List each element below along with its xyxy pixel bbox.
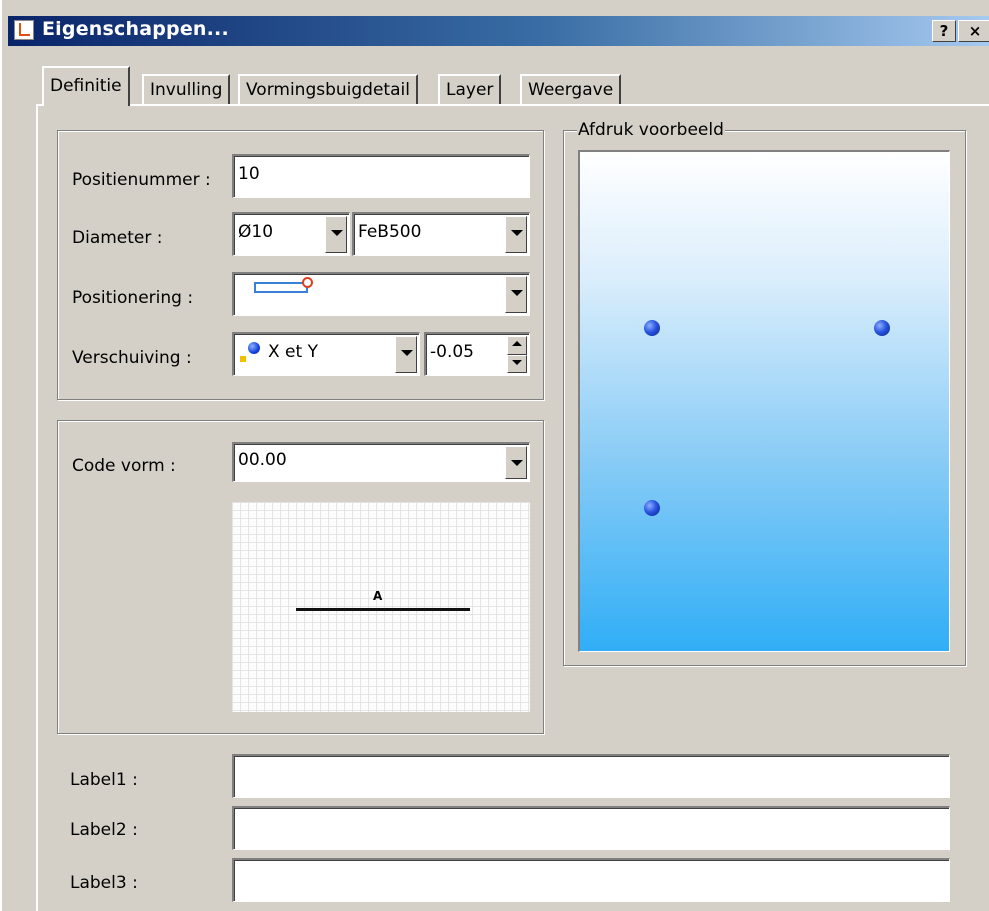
print-preview [578, 150, 950, 652]
close-button[interactable]: × [958, 20, 989, 42]
diameter-material-value: FeB500 [358, 222, 422, 242]
chevron-down-icon[interactable] [395, 336, 417, 373]
spinner-buttons[interactable] [507, 336, 527, 373]
verschuiving-label: Verschuiving : [72, 348, 192, 368]
spin-up-icon[interactable] [507, 336, 527, 355]
diameter-size-value: Ø10 [238, 222, 274, 242]
label2-label: Label2 : [70, 820, 138, 840]
diameter-size-select[interactable]: Ø10 [232, 212, 350, 256]
bar-dot [644, 320, 660, 336]
tab-vormingsbuigdetail[interactable]: Vormingsbuigdetail [238, 74, 418, 104]
positienummer-label: Positienummer : [72, 170, 211, 190]
tab-invulling[interactable]: Invulling [142, 74, 231, 104]
chevron-down-icon[interactable] [505, 446, 527, 479]
positionering-label: Positionering : [72, 288, 194, 308]
preview-title: Afdruk voorbeeld [577, 120, 725, 140]
tab-weergave[interactable]: Weergave [520, 74, 622, 104]
shape-bar-line [296, 608, 470, 611]
label3-label: Label3 : [70, 873, 138, 893]
code-vorm-label: Code vorm : [72, 456, 176, 476]
spin-down-icon[interactable] [507, 354, 527, 373]
chevron-down-icon[interactable] [505, 276, 527, 313]
rectangle-bar-icon [254, 277, 313, 293]
tab-definitie[interactable]: Definitie [42, 66, 130, 106]
positienummer-input[interactable]: 10 [232, 154, 530, 198]
positienummer-value: 10 [238, 164, 260, 184]
diameter-material-select[interactable]: FeB500 [352, 212, 530, 256]
label1-label: Label1 : [70, 770, 138, 790]
shape-segment-label: A [373, 589, 383, 603]
verschuiving-mode-select[interactable]: X et Y [232, 332, 420, 376]
app-icon [14, 20, 34, 40]
code-vorm-value: 00.00 [238, 450, 287, 470]
chevron-down-icon[interactable] [505, 216, 527, 253]
label1-input[interactable] [232, 754, 950, 798]
label2-input[interactable] [232, 806, 950, 850]
tab-layer[interactable]: Layer [438, 74, 502, 104]
title-bar[interactable]: Eigenschappen... ? × [8, 16, 989, 46]
verschuiving-mode-value: X et Y [268, 342, 318, 362]
code-vorm-select[interactable]: 00.00 [232, 442, 530, 482]
diameter-label: Diameter : [72, 228, 163, 248]
properties-dialog: Eigenschappen... ? × Definitie Invulling… [0, 0, 989, 911]
bar-dot [874, 320, 890, 336]
offset-xy-icon [240, 342, 262, 364]
verschuiving-value-spinner[interactable]: -0.05 [424, 332, 530, 376]
label3-input[interactable] [232, 858, 950, 902]
window-title: Eigenschappen... [42, 18, 229, 40]
verschuiving-value: -0.05 [430, 342, 474, 362]
help-button[interactable]: ? [932, 20, 956, 42]
bar-dot [644, 500, 660, 516]
shape-diagram: A [232, 502, 530, 712]
chevron-down-icon[interactable] [325, 216, 347, 253]
positionering-select[interactable] [232, 272, 530, 316]
